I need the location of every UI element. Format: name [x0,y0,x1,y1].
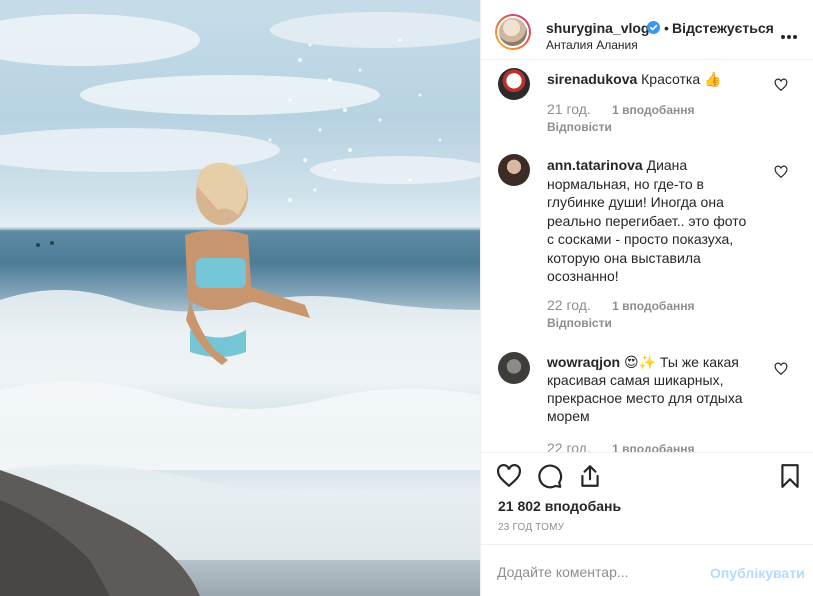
reply-button[interactable]: Відповісти [547,120,612,134]
comment-item: ann.tatarinova Диана нормальная, но где-… [481,154,813,334]
commenter-username[interactable]: sirenadukova [547,71,637,87]
comment-like-icon[interactable] [774,78,788,92]
comment-item: wowraqjon 😍✨ Ты же какая красивая самая … [481,350,813,452]
commenter-avatar[interactable] [498,352,530,384]
reply-button[interactable]: Відповісти [547,316,612,330]
post-photo[interactable] [0,0,480,596]
comments-list[interactable]: sirenadukova Красотка 👍 21 год. 1 вподоб… [481,60,813,452]
post-location[interactable]: Анталия Алания [546,38,638,52]
post-side-panel: shurygina_vlog • Відстежується Анталия А… [480,0,813,596]
comment-item: sirenadukova Красотка 👍 21 год. 1 вподоб… [481,60,813,140]
commenter-username[interactable]: wowraqjon [547,354,620,370]
comment-text: Диана нормальная, но где-то в глубинке д… [547,157,747,284]
commenter-username[interactable]: ann.tatarinova [547,157,643,173]
author-username[interactable]: shurygina_vlog [546,20,649,36]
publish-button[interactable]: Опублікувати [710,565,805,581]
comment-time[interactable]: 22 год. [547,440,591,452]
posted-time[interactable]: 23 ГОД ТОМУ [498,522,564,533]
author-avatar[interactable] [495,14,531,50]
post-actions: 21 802 вподобань 23 ГОД ТОМУ [481,452,813,544]
comment-like-icon[interactable] [774,165,788,179]
comment-bubble-icon[interactable] [537,463,563,489]
comment-likes[interactable]: 1 вподобання [612,299,694,313]
verified-badge-icon [647,21,660,34]
comment-likes[interactable]: 1 вподобання [612,442,694,452]
follow-status-button[interactable]: Відстежується [672,20,774,36]
more-options-icon[interactable] [781,26,799,39]
post-header: shurygina_vlog • Відстежується Анталия А… [481,0,813,60]
share-icon[interactable] [577,463,603,489]
add-comment-bar: Опублікувати [481,544,813,596]
commenter-avatar[interactable] [498,154,530,186]
photo-illustration [0,12,480,596]
save-bookmark-icon[interactable] [777,463,803,489]
likes-count[interactable]: 21 802 вподобань [498,498,621,514]
comment-text: Красотка 👍 [641,71,722,87]
comment-likes[interactable]: 1 вподобання [612,103,694,117]
comment-time[interactable]: 21 год. [547,101,591,117]
separator-dot: • [664,20,669,36]
comment-input[interactable] [497,561,697,583]
like-heart-icon[interactable] [496,463,522,489]
comment-time[interactable]: 22 год. [547,297,591,313]
comment-like-icon[interactable] [774,362,788,376]
commenter-avatar[interactable] [498,68,530,100]
